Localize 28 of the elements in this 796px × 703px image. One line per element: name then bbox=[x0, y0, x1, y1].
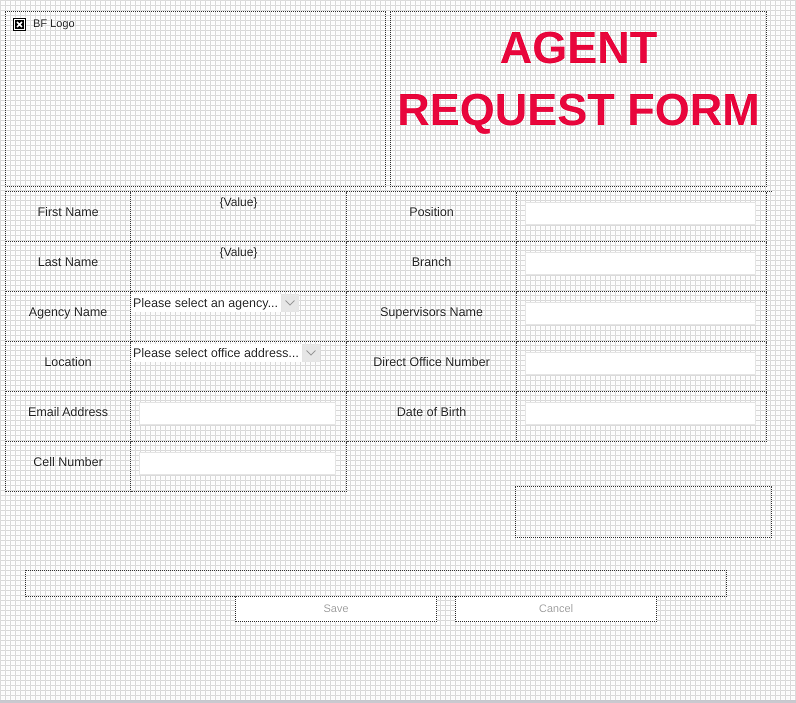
field-label: Date of Birth bbox=[396, 405, 466, 420]
field-label: Supervisors Name bbox=[380, 305, 483, 320]
broken-image-icon bbox=[13, 18, 26, 31]
field-label: Last Name bbox=[38, 255, 98, 270]
logo-alt-text: BF Logo bbox=[33, 18, 75, 31]
form-title: AGENT bbox=[500, 21, 658, 75]
input-field[interactable] bbox=[525, 302, 756, 325]
chevron-down-icon bbox=[302, 344, 320, 362]
field-label: Direct Office Number bbox=[373, 355, 490, 370]
input-field[interactable] bbox=[139, 452, 336, 475]
input-field[interactable] bbox=[525, 402, 756, 425]
input-field[interactable] bbox=[525, 352, 756, 375]
value-placeholder-text: {Value} bbox=[220, 195, 258, 210]
value-placeholder-text: {Value} bbox=[220, 245, 258, 260]
input-field[interactable] bbox=[525, 202, 756, 225]
chevron-down-icon bbox=[281, 294, 299, 312]
input-field[interactable] bbox=[525, 252, 756, 275]
field-label: Branch bbox=[412, 255, 452, 270]
dropdown[interactable]: Please select an agency... bbox=[131, 294, 299, 312]
field-label: Position bbox=[409, 205, 454, 220]
field-label: Cell Number bbox=[33, 455, 103, 470]
input-field[interactable] bbox=[139, 402, 336, 425]
field-label: First Name bbox=[37, 205, 99, 220]
dropdown[interactable]: Please select office address... bbox=[131, 344, 320, 362]
field-label: Location bbox=[44, 355, 92, 370]
field-label: Email Address bbox=[28, 405, 108, 420]
form-title: REQUEST FORM bbox=[397, 83, 760, 137]
field-label: Agency Name bbox=[28, 305, 108, 320]
